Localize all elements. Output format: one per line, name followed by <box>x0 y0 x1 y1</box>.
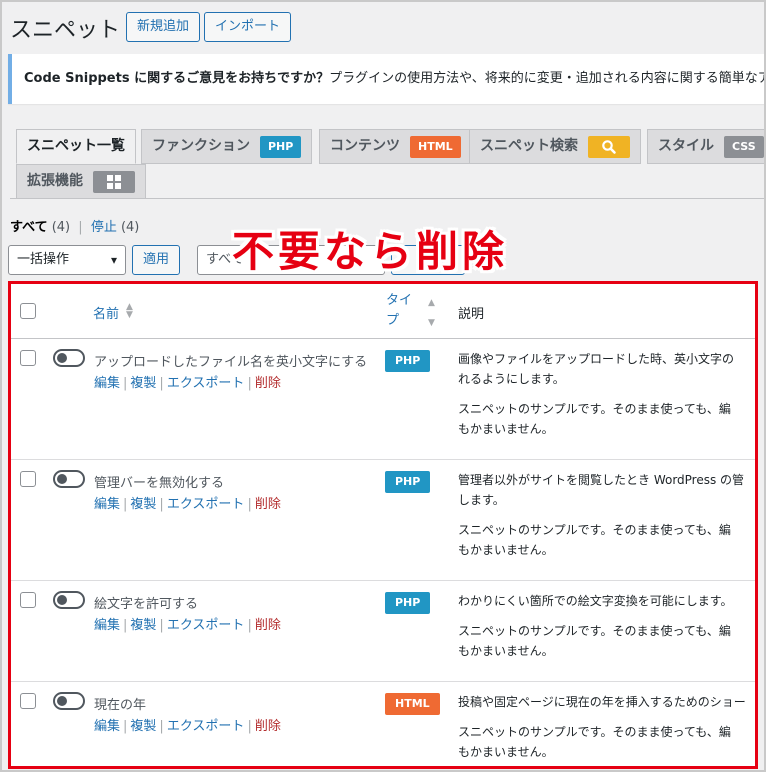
tab-label: 拡張機能 <box>27 173 83 189</box>
type-badge: HTML <box>385 693 440 715</box>
tabs-divider <box>10 198 766 199</box>
activate-toggle[interactable] <box>53 591 85 609</box>
activate-toggle[interactable] <box>53 692 85 710</box>
bulk-action-value: 一括操作 <box>17 252 70 267</box>
snippet-description: 投稿や固定ページに現在の年を挿入するためのショー スニペットのサンプルです。その… <box>458 695 746 759</box>
row-actions: 編集 | 複製 | エクスポート | 削除 <box>94 376 281 391</box>
page-title: スニペット <box>10 18 121 43</box>
type-badge: PHP <box>385 592 431 614</box>
snippet-description: 管理者以外がサイトを閲覧したとき WordPress の管 します。 スニペットの… <box>458 473 745 557</box>
edit-link[interactable]: 編集 <box>94 719 120 734</box>
view-all-count: (4) <box>51 220 71 235</box>
tab-label: スニペット一覧 <box>27 138 125 154</box>
export-link[interactable]: エクスポート <box>167 497 245 512</box>
view-separator: | <box>78 220 83 235</box>
column-name[interactable]: 名前 <box>93 303 119 322</box>
tab-label: ファンクション <box>152 138 250 154</box>
delete-link[interactable]: 削除 <box>255 497 281 512</box>
row-checkbox[interactable] <box>20 350 36 366</box>
import-button[interactable]: インポート <box>204 12 292 42</box>
table-row: 管理バーを無効化する 編集 | 複製 | エクスポート | 削除 PHP 管理者以外がサイト… <box>10 460 756 581</box>
activate-toggle[interactable] <box>53 349 85 367</box>
activate-toggle[interactable] <box>53 470 85 488</box>
snippet-name[interactable]: 絵文字を許可する <box>94 593 198 612</box>
snippet-description: わかりにくい箇所での絵文字変換を可能にします。 スニペットのサンプルです。そのま… <box>458 594 733 658</box>
apply-button[interactable]: 適用 <box>132 245 180 275</box>
snippet-name[interactable]: 現在の年 <box>94 694 146 713</box>
add-new-button[interactable]: 新規追加 <box>126 12 201 42</box>
row-checkbox[interactable] <box>20 693 36 709</box>
snippet-description: 画像やファイルをアップロードした時、英小文字の れるようにします。 スニペットのサ… <box>458 352 735 436</box>
php-badge: PHP <box>260 135 302 158</box>
tab-label: コンテンツ <box>330 138 400 154</box>
notice-text: プラグインの使用方法や、将来的に変更・追加される内容に関する簡単なアン <box>329 71 766 86</box>
export-link[interactable]: エクスポート <box>167 376 245 391</box>
row-actions: 編集 | 複製 | エクスポート | 削除 <box>94 719 281 734</box>
type-badge: PHP <box>385 471 431 493</box>
tab-label: スニペット検索 <box>480 138 578 154</box>
row-checkbox[interactable] <box>20 592 36 608</box>
export-link[interactable]: エクスポート <box>167 719 245 734</box>
clone-link[interactable]: 複製 <box>130 719 156 734</box>
sort-icon[interactable]: ▲ ▼ <box>428 293 435 333</box>
edit-link[interactable]: 編集 <box>94 497 120 512</box>
tab-content[interactable]: コンテンツ HTML <box>319 129 472 164</box>
clone-link[interactable]: 複製 <box>130 376 156 391</box>
tab-styles[interactable]: スタイル CSS <box>647 129 766 164</box>
clone-link[interactable]: 複製 <box>130 497 156 512</box>
css-badge: CSS <box>724 135 764 158</box>
tab-extensions[interactable]: 拡張機能 <box>16 164 146 199</box>
view-filters: すべて (4) | 停止 (4) <box>10 216 139 235</box>
row-checkbox[interactable] <box>20 471 36 487</box>
html-badge: HTML <box>410 135 461 158</box>
tab-label: スタイル <box>658 138 714 154</box>
view-inactive-count: (4) <box>120 220 140 235</box>
bulk-action-select[interactable]: 一括操作 ▾ <box>8 245 126 275</box>
export-link[interactable]: エクスポート <box>167 618 245 633</box>
edit-link[interactable]: 編集 <box>94 618 120 633</box>
snippets-table: 名前 ▲ ▼ タイ プ ▲ ▼ 説明 アップロードしたファイル名を英小文字にする 編… <box>10 283 756 768</box>
grid-icon <box>93 170 135 193</box>
tab-snippet-search[interactable]: スニペット検索 <box>469 129 641 164</box>
sort-icon[interactable]: ▲ ▼ <box>126 303 133 320</box>
type-badge: PHP <box>385 350 431 372</box>
table-row: 現在の年 編集 | 複製 | エクスポート | 削除 HTML 投稿や固定ページに現在の年を… <box>10 682 756 768</box>
column-type-label: タイ プ <box>386 293 413 328</box>
column-type[interactable]: タイ プ <box>386 291 416 331</box>
snippet-name[interactable]: 管理バーを無効化する <box>94 472 224 491</box>
table-row: アップロードしたファイル名を英小文字にする 編集 | 複製 | エクスポート | 削除 PH… <box>10 339 756 460</box>
delete-link[interactable]: 削除 <box>255 376 281 391</box>
tab-functions[interactable]: ファンクション PHP <box>141 129 313 164</box>
annotation-overlay: 不要なら削除 <box>232 227 509 276</box>
table-row: 絵文字を許可する 編集 | 複製 | エクスポート | 削除 PHP わかりにくい箇所での絵… <box>10 581 756 682</box>
tab-snippets[interactable]: スニペット一覧 <box>16 129 136 164</box>
delete-link[interactable]: 削除 <box>255 719 281 734</box>
delete-link[interactable]: 削除 <box>255 618 281 633</box>
column-description: 説明 <box>458 307 485 322</box>
table-header: 名前 ▲ ▼ タイ プ ▲ ▼ 説明 <box>10 283 756 339</box>
feedback-notice: Code Snippets に関するご意見をお持ちですか？プラグインの使用方法や… <box>8 54 766 104</box>
notice-bold: Code Snippets に関するご意見をお持ちですか？ <box>24 71 330 86</box>
chevron-down-icon: ▾ <box>110 253 117 267</box>
view-inactive-link[interactable]: 停止 <box>91 220 117 235</box>
row-actions: 編集 | 複製 | エクスポート | 削除 <box>94 497 281 512</box>
row-actions: 編集 | 複製 | エクスポート | 削除 <box>94 618 281 633</box>
clone-link[interactable]: 複製 <box>130 618 156 633</box>
snippet-name[interactable]: アップロードしたファイル名を英小文字にする <box>94 351 367 370</box>
view-all-link[interactable]: すべて <box>10 220 48 235</box>
search-icon <box>588 135 630 158</box>
edit-link[interactable]: 編集 <box>94 376 120 391</box>
select-all-checkbox[interactable] <box>20 303 36 319</box>
